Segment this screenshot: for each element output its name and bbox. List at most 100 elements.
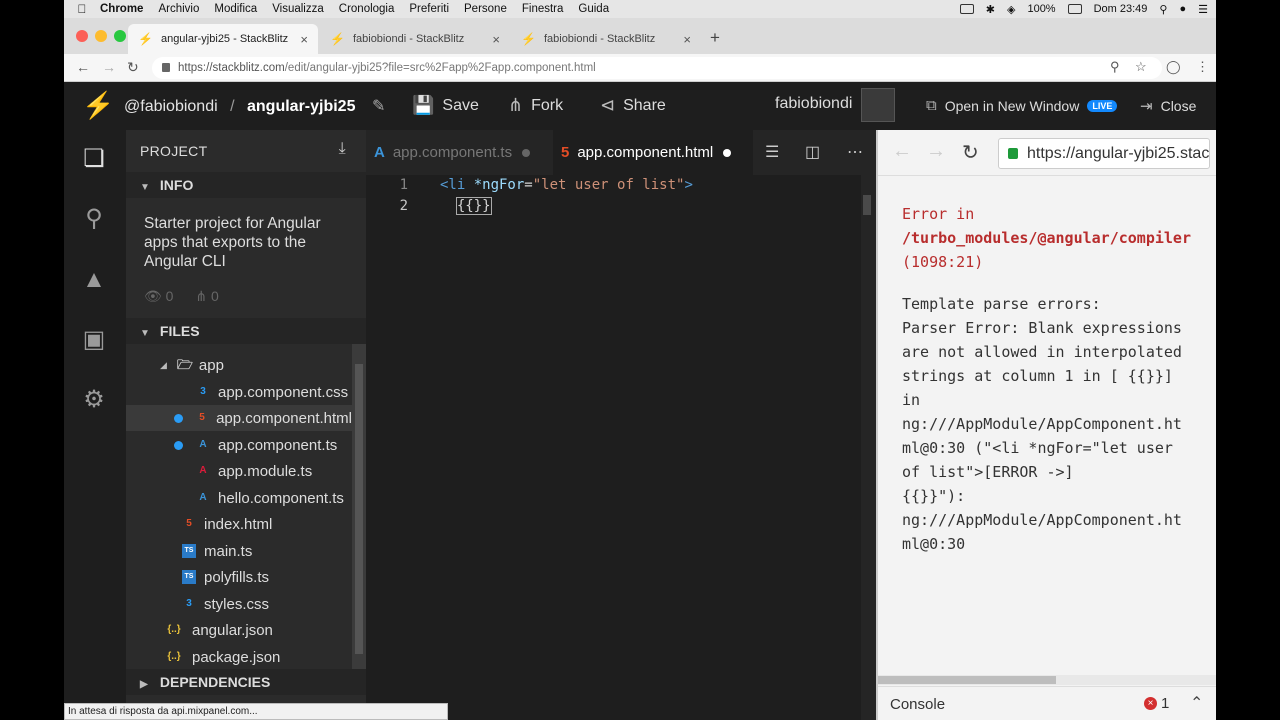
file-app-module-ts[interactable]: A app.module.ts — [126, 458, 352, 484]
menu-finestra[interactable]: Finestra — [522, 3, 564, 15]
folder-app[interactable]: ◢ 🗁 app — [126, 352, 352, 378]
code-line: 2 {{}} — [366, 196, 861, 217]
editor-tab-app-component-ts[interactable]: A app.component.ts — [366, 130, 551, 175]
minimize-window-button[interactable] — [95, 30, 107, 42]
files-section-header[interactable]: ▼ FILES — [126, 318, 366, 344]
back-icon[interactable]: ← — [76, 59, 90, 75]
deploy-icon[interactable]: ▣ — [78, 324, 110, 356]
search-icon[interactable]: ⚲ — [78, 203, 110, 235]
user-icon[interactable]: ● — [1179, 3, 1186, 15]
menu-list-icon[interactable]: ☰ — [1198, 3, 1208, 16]
info-section-header[interactable]: ▼ INFO — [126, 172, 366, 198]
scrollbar-thumb[interactable] — [878, 676, 1056, 684]
code-area[interactable]: 1 <li *ngFor="let user of list"> 2 {{}} — [366, 175, 861, 217]
console-label[interactable]: Console — [890, 696, 945, 713]
chevron-right-icon: ▶ — [140, 679, 148, 690]
chevron-up-icon[interactable]: ⌃ — [1190, 693, 1203, 713]
open-new-window-button[interactable]: ⧉ Open in New Window LIVE — [926, 97, 1118, 114]
split-view-icon[interactable]: ◫ — [805, 142, 820, 162]
menu-cronologia[interactable]: Cronologia — [339, 3, 395, 15]
download-icon[interactable]: ⤓ — [339, 140, 346, 158]
browser-tab-2[interactable]: ⚡ fabiobiondi - StackBlitz × — [320, 24, 510, 54]
bluetooth-icon[interactable]: ✱ — [986, 3, 995, 16]
dependencies-section-header[interactable]: ▶ DEPENDENCIES — [126, 669, 366, 695]
zoom-icon[interactable]: ⚲ — [1110, 59, 1120, 75]
breadcrumb-project[interactable]: angular-yjbi25 — [247, 98, 355, 115]
file-name: polyfills.ts — [204, 568, 270, 586]
file-app-component-ts[interactable]: A app.component.ts — [126, 432, 352, 458]
close-tab-icon[interactable]: × — [683, 32, 691, 47]
file-package-json[interactable]: {..} package.json — [126, 644, 352, 670]
file-name: app.component.css — [218, 383, 349, 401]
close-window-button[interactable] — [76, 30, 88, 42]
stackblitz-logo-icon[interactable]: ⚡ — [82, 90, 114, 121]
stackblitz-favicon-icon: ⚡ — [330, 32, 345, 46]
wifi-icon[interactable]: ◈ — [1007, 3, 1015, 16]
screen-record-icon[interactable] — [959, 4, 974, 14]
firebase-icon[interactable]: ▲ — [78, 264, 110, 296]
html-file-icon: 5 — [199, 412, 205, 423]
file-app-component-html[interactable]: 5 app.component.html — [126, 405, 352, 431]
preview-forward-icon[interactable]: → — [926, 140, 946, 163]
username[interactable]: fabiobiondi — [775, 95, 852, 113]
address-bar[interactable]: https://stackblitz.com/edit/angular-yjbi… — [152, 57, 1162, 79]
format-icon[interactable]: ☰ — [765, 142, 779, 162]
menu-visualizza[interactable]: Visualizza — [272, 3, 324, 15]
share-button[interactable]: ⊲ Share — [600, 95, 666, 116]
browser-tab-3[interactable]: ⚡ fabiobiondi - StackBlitz × — [511, 24, 701, 54]
error-title: Error in — [902, 205, 975, 223]
files-icon[interactable]: ❏ — [78, 143, 110, 175]
console-error-count[interactable]: × 1 — [1144, 695, 1169, 712]
editor-tab-app-component-html[interactable]: 5 app.component.html — [553, 130, 753, 175]
avatar[interactable] — [861, 88, 895, 122]
close-tab-icon[interactable]: × — [492, 32, 500, 47]
error-icon: × — [1144, 697, 1157, 710]
browser-tab-1[interactable]: ⚡ angular-yjbi25 - StackBlitz × — [128, 24, 318, 54]
clock[interactable]: Dom 23:49 — [1094, 3, 1148, 15]
file-polyfills-ts[interactable]: TS polyfills.ts — [126, 564, 352, 590]
reload-icon[interactable]: ↻ — [127, 59, 139, 76]
console-bar[interactable]: Console × 1 ⌃ — [878, 686, 1216, 720]
chrome-menu-icon[interactable]: ⋮ — [1196, 59, 1209, 75]
file-angular-json[interactable]: {..} angular.json — [126, 617, 352, 643]
battery-icon[interactable] — [1067, 4, 1082, 14]
save-button[interactable]: 💾 Save — [412, 95, 479, 116]
file-index-html[interactable]: 5 index.html — [126, 511, 352, 537]
preview-horizontal-scrollbar[interactable] — [878, 675, 1216, 685]
close-tab-icon[interactable]: × — [300, 32, 308, 47]
menu-app-name[interactable]: Chrome — [100, 3, 143, 15]
apple-icon[interactable]:  — [64, 2, 100, 16]
spotlight-icon[interactable]: ⚲ — [1159, 3, 1167, 16]
profile-icon[interactable]: ◯ — [1166, 59, 1181, 75]
new-tab-icon[interactable]: + — [710, 28, 720, 48]
preview-reload-icon[interactable]: ↻ — [962, 140, 979, 165]
preview-url-bar[interactable]: https://angular-yjbi25.stackblitz.io — [998, 138, 1210, 169]
menu-archivio[interactable]: Archivio — [158, 3, 199, 15]
menu-preferiti[interactable]: Preferiti — [409, 3, 449, 15]
file-main-ts[interactable]: TS main.ts — [126, 538, 352, 564]
breadcrumb-user[interactable]: @fabiobiondi — [124, 98, 218, 115]
file-styles-css[interactable]: 3 styles.css — [126, 591, 352, 617]
scrollbar-thumb[interactable] — [355, 364, 363, 654]
settings-gear-icon[interactable]: ⚙ — [78, 384, 110, 416]
battery-percent[interactable]: 100% — [1027, 3, 1055, 15]
new-window-icon: ⧉ — [926, 97, 937, 114]
fork-button[interactable]: ⋔ Fork — [508, 95, 563, 116]
file-tree-scrollbar[interactable] — [352, 344, 366, 674]
edit-pencil-icon[interactable]: ✎ — [372, 98, 385, 115]
menu-persone[interactable]: Persone — [464, 3, 507, 15]
forward-icon[interactable]: → — [102, 59, 116, 75]
maximize-window-button[interactable] — [114, 30, 126, 42]
bookmark-star-icon[interactable]: ☆ — [1135, 59, 1147, 75]
code-line: 1 <li *ngFor="let user of list"> — [366, 175, 861, 196]
editor-tab-label: app.component.ts — [392, 144, 513, 161]
preview-back-icon[interactable]: ← — [892, 140, 912, 163]
menu-guida[interactable]: Guida — [578, 3, 609, 15]
more-options-icon[interactable]: ⋯ — [847, 142, 863, 162]
file-app-component-css[interactable]: 3 app.component.css — [126, 379, 352, 405]
close-preview-button[interactable]: ⇥ Close — [1140, 97, 1196, 115]
editor-scrollbar[interactable] — [861, 175, 876, 720]
scrollbar-thumb[interactable] — [863, 195, 871, 215]
menu-modifica[interactable]: Modifica — [214, 3, 257, 15]
file-hello-component-ts[interactable]: A hello.component.ts — [126, 485, 352, 511]
